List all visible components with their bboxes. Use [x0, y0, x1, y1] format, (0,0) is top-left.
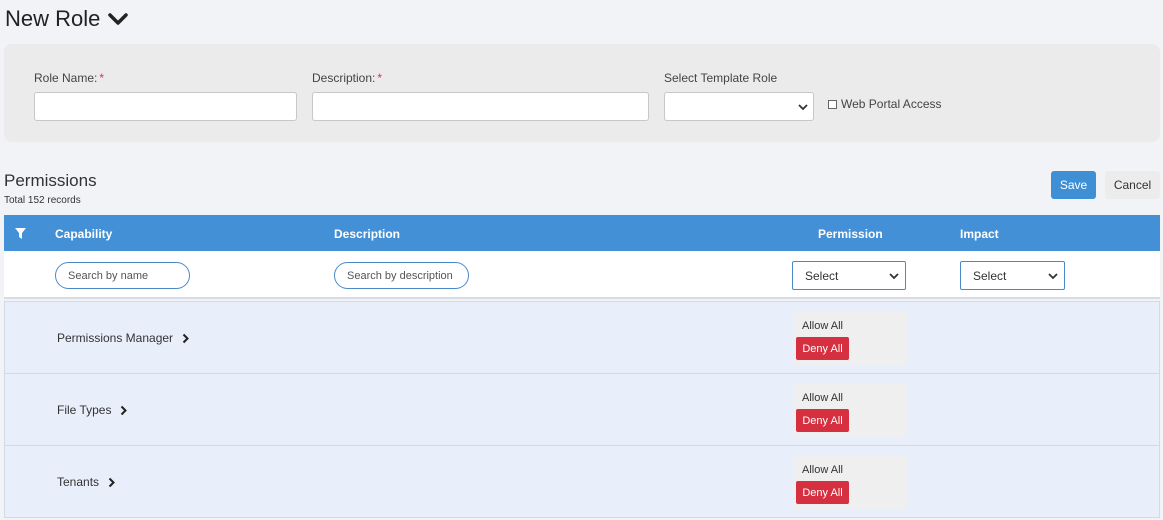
table-row: Permissions Manager Allow All Deny All: [4, 301, 1160, 374]
web-portal-checkbox[interactable]: [828, 99, 837, 109]
role-name-input[interactable]: [34, 92, 297, 121]
deny-all-button[interactable]: Deny All: [796, 481, 849, 504]
deny-all-button[interactable]: Deny All: [796, 409, 849, 432]
allow-all-button[interactable]: Allow All: [802, 392, 843, 404]
chevron-right-icon[interactable]: [108, 477, 115, 488]
required-marker: *: [99, 71, 105, 85]
deny-all-button[interactable]: Deny All: [796, 337, 849, 360]
template-role-label: Select Template Role: [664, 71, 778, 85]
capability-name: File Types: [57, 403, 112, 417]
chevron-right-icon[interactable]: [182, 333, 189, 344]
capability-group-toggle[interactable]: File Types: [57, 403, 128, 417]
column-permission[interactable]: Permission: [818, 227, 883, 241]
chevron-down-icon[interactable]: [108, 12, 129, 26]
permission-rows: Permissions Manager Allow All Deny All F…: [4, 301, 1160, 518]
impact-filter-value: Select: [973, 268, 1007, 283]
chevron-down-icon: [798, 104, 808, 111]
save-button[interactable]: Save: [1051, 171, 1096, 199]
chevron-right-icon[interactable]: [120, 405, 128, 416]
chevron-down-icon: [1048, 273, 1058, 280]
table-header: Capability Description Permission Impact: [4, 215, 1160, 251]
column-impact[interactable]: Impact: [960, 227, 999, 241]
template-role-select[interactable]: [664, 92, 814, 121]
permission-filter-value: Select: [805, 268, 839, 283]
required-marker: *: [377, 71, 383, 85]
column-capability[interactable]: Capability: [55, 227, 112, 241]
capability-group-toggle[interactable]: Tenants: [57, 475, 115, 489]
capability-name: Permissions Manager: [57, 331, 174, 345]
page-title-text: New Role: [5, 6, 101, 31]
web-portal-label: Web Portal Access: [841, 97, 942, 111]
page-title[interactable]: New Role: [5, 4, 129, 34]
capability-group-toggle[interactable]: Permissions Manager: [57, 331, 189, 345]
permission-actions: Allow All Deny All: [793, 384, 907, 437]
table-row: Tenants Allow All Deny All: [4, 445, 1160, 518]
web-portal-access[interactable]: Web Portal Access: [828, 97, 942, 111]
filter-row: Search by name Search by description Sel…: [4, 251, 1160, 299]
capability-name: Tenants: [57, 475, 100, 489]
impact-filter-select[interactable]: Select: [960, 261, 1065, 290]
permission-actions: Allow All Deny All: [793, 312, 907, 365]
total-records: Total 152 records: [4, 195, 81, 206]
search-by-description-input[interactable]: Search by description: [334, 262, 469, 289]
permission-filter-select[interactable]: Select: [792, 261, 906, 290]
filter-icon[interactable]: [15, 228, 26, 239]
chevron-down-icon: [889, 273, 899, 280]
allow-all-button[interactable]: Allow All: [802, 464, 843, 476]
permission-actions: Allow All Deny All: [793, 456, 907, 509]
table-row: File Types Allow All Deny All: [4, 373, 1160, 446]
role-name-label: Role Name: *: [34, 71, 105, 85]
permissions-title: Permissions: [4, 171, 97, 190]
allow-all-button[interactable]: Allow All: [802, 320, 843, 332]
cancel-button[interactable]: Cancel: [1105, 171, 1160, 199]
column-description[interactable]: Description: [334, 227, 400, 241]
description-label: Description: *: [312, 71, 383, 85]
search-by-name-input[interactable]: Search by name: [55, 262, 190, 289]
description-input[interactable]: [312, 92, 649, 121]
